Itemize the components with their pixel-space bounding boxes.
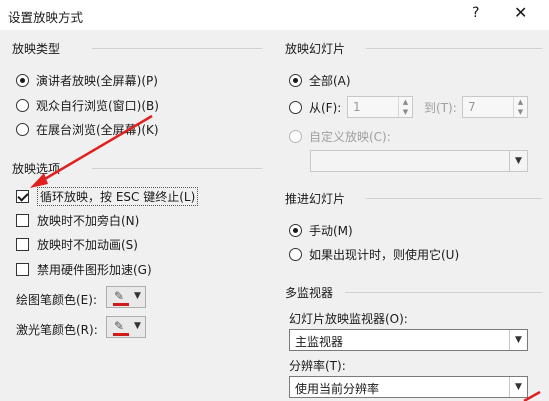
radio-button[interactable] — [16, 123, 29, 136]
to-label: 到(T): — [424, 101, 457, 115]
chevron-down-icon: ▼ — [134, 291, 141, 301]
checkbox-no-animation-label: 放映时不加动画(S) — [37, 238, 138, 252]
close-icon[interactable]: ✕ — [514, 3, 527, 22]
checkbox-loop-label: 循环放映，按 ESC 键终止(L) — [37, 187, 199, 206]
radio-from-label: 从(F): — [309, 101, 342, 115]
resolution-label: 分辨率(T): — [289, 359, 346, 373]
radio-button[interactable] — [289, 101, 302, 114]
radio-manual-label: 手动(M) — [309, 224, 353, 238]
radio-window[interactable]: 观众自行浏览(窗口)(B) — [16, 97, 159, 114]
to-slide-value: 7 — [468, 100, 476, 114]
advance-title: 推进幻灯片 — [285, 192, 346, 206]
monitor-value: 主监视器 — [295, 335, 344, 349]
chevron-down-icon[interactable]: ▼ — [509, 377, 527, 397]
chevron-down-icon[interactable]: ▼ — [509, 151, 527, 171]
resolution-dropdown[interactable]: 使用当前分辨率 ▼ — [289, 376, 528, 398]
radio-button[interactable] — [289, 248, 302, 261]
radio-button[interactable] — [289, 74, 302, 87]
to-slide-stepper[interactable]: 7 ▲ ▼ — [462, 96, 528, 118]
laser-color-button[interactable]: ✎ ▼ — [106, 316, 146, 338]
checkbox-disable-hw-accel[interactable]: 禁用硬件图形加速(G) — [16, 261, 152, 278]
radio-kiosk[interactable]: 在展台浏览(全屏幕)(K) — [16, 121, 159, 138]
radio-button[interactable] — [16, 74, 29, 87]
radio-use-timings-label: 如果出现计时，则使用它(U) — [309, 248, 460, 262]
radio-manual[interactable]: 手动(M) — [289, 222, 353, 239]
help-icon[interactable]: ? — [472, 5, 479, 21]
monitor-dropdown[interactable]: 主监视器 ▼ — [289, 329, 528, 351]
radio-button[interactable] — [289, 130, 302, 143]
paint-bucket-icon: ✎ — [114, 289, 125, 303]
radio-button[interactable] — [16, 99, 29, 112]
pen-color-swatch — [113, 303, 129, 306]
stepper-up-icon[interactable]: ▲ — [513, 97, 527, 107]
radio-presenter-label: 演讲者放映(全屏幕)(P) — [36, 74, 158, 88]
pen-color-label: 绘图笔颜色(E): — [16, 293, 97, 307]
show-slides-separator — [366, 48, 542, 49]
show-type-title: 放映类型 — [12, 42, 61, 56]
checkbox-no-narration[interactable]: 放映时不加旁白(N) — [16, 212, 139, 229]
chevron-down-icon: ▼ — [134, 321, 141, 331]
from-slide-value: 1 — [353, 100, 361, 114]
checkbox[interactable] — [16, 190, 29, 203]
checkbox-loop[interactable]: 循环放映，按 ESC 键终止(L) — [16, 187, 199, 206]
checkbox[interactable] — [16, 238, 29, 251]
monitors-title: 多监视器 — [285, 286, 334, 300]
stepper-down-icon[interactable]: ▼ — [398, 107, 412, 117]
monitors-separator — [345, 292, 542, 293]
radio-use-timings[interactable]: 如果出现计时，则使用它(U) — [289, 246, 459, 263]
radio-from-slide[interactable]: 从(F): — [289, 99, 341, 116]
dialog-title: 设置放映方式 — [8, 10, 84, 25]
laser-color-swatch — [113, 333, 129, 336]
radio-all-slides-label: 全部(A) — [309, 74, 351, 88]
checkbox[interactable] — [16, 214, 29, 227]
checkbox[interactable] — [16, 263, 29, 276]
checkbox-disable-hw-accel-label: 禁用硬件图形加速(G) — [37, 263, 152, 277]
show-options-title: 放映选项 — [12, 162, 61, 176]
radio-custom-show-label: 自定义放映(C): — [309, 130, 391, 144]
show-type-separator — [92, 48, 262, 49]
radio-kiosk-label: 在展台浏览(全屏幕)(K) — [36, 123, 159, 137]
stepper-up-icon[interactable]: ▲ — [398, 97, 412, 107]
title-bar: 设置放映方式 ? ✕ — [0, 0, 549, 30]
radio-button[interactable] — [289, 224, 302, 237]
laser-color-label: 激光笔颜色(R): — [16, 323, 98, 337]
from-slide-stepper[interactable]: 1 ▲ ▼ — [347, 96, 413, 118]
monitor-label: 幻灯片放映监视器(O): — [289, 312, 408, 326]
custom-show-dropdown[interactable]: ▼ — [310, 150, 528, 172]
pen-color-button[interactable]: ✎ ▼ — [106, 286, 146, 308]
show-slides-title: 放映幻灯片 — [285, 42, 346, 56]
radio-presenter[interactable]: 演讲者放映(全屏幕)(P) — [16, 72, 158, 89]
radio-window-label: 观众自行浏览(窗口)(B) — [36, 99, 159, 113]
show-options-separator — [92, 168, 262, 169]
paint-bucket-icon: ✎ — [114, 319, 125, 333]
radio-all-slides[interactable]: 全部(A) — [289, 72, 351, 89]
advance-separator — [366, 198, 542, 199]
checkbox-no-animation[interactable]: 放映时不加动画(S) — [16, 236, 138, 253]
checkbox-no-narration-label: 放映时不加旁白(N) — [37, 214, 140, 228]
chevron-down-icon[interactable]: ▼ — [509, 330, 527, 350]
stepper-down-icon[interactable]: ▼ — [513, 107, 527, 117]
radio-custom-show[interactable]: 自定义放映(C): — [289, 128, 391, 145]
resolution-value: 使用当前分辨率 — [295, 382, 380, 396]
